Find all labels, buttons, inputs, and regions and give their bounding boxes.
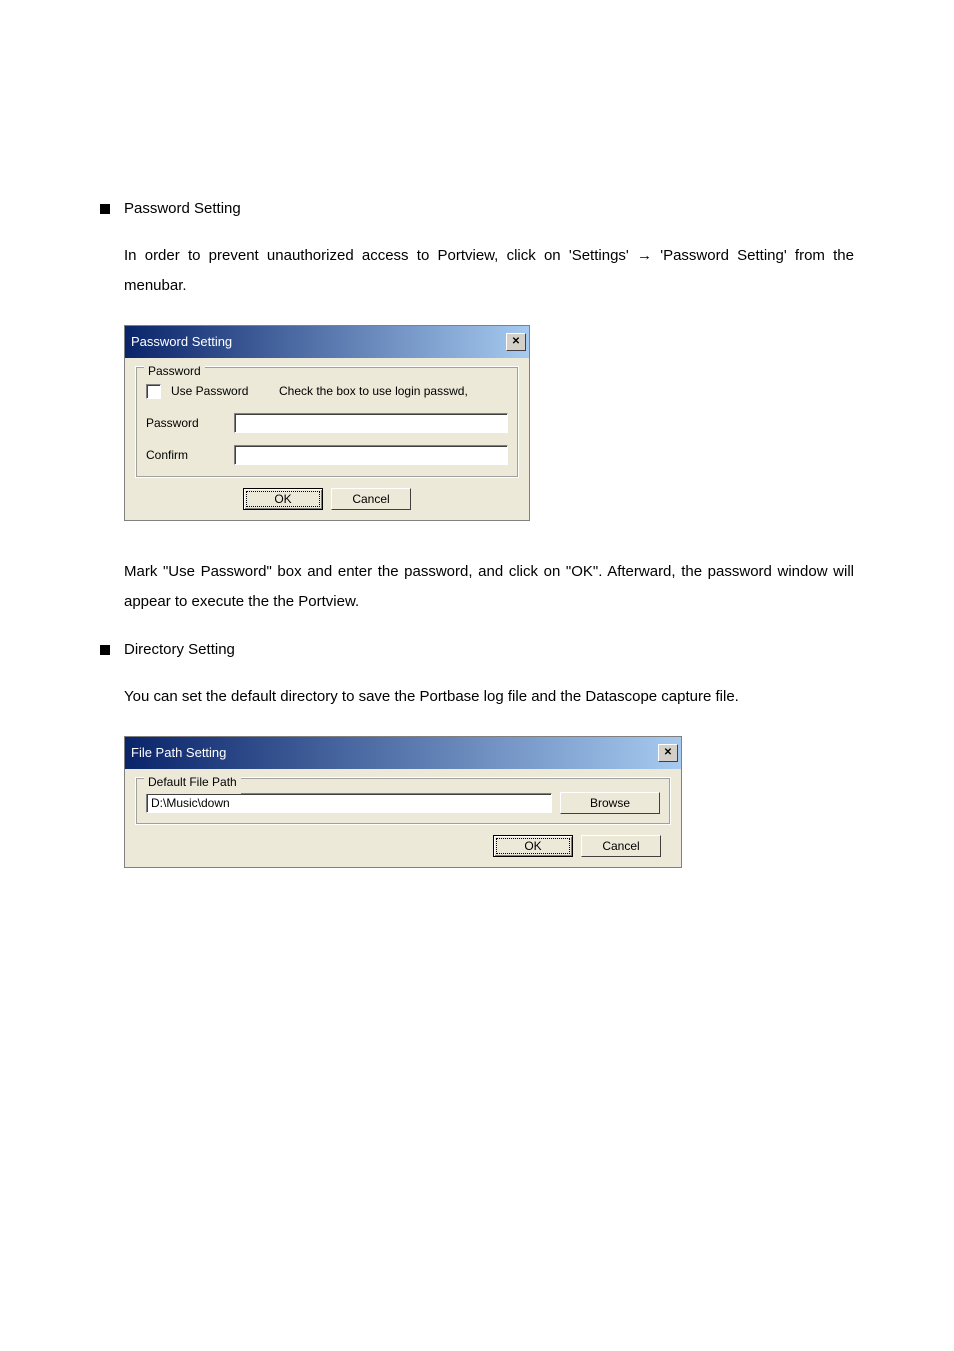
ok-button[interactable]: OK — [243, 488, 323, 510]
default-file-path-groupbox: Default File Path Browse — [135, 777, 671, 825]
password-input[interactable] — [234, 413, 508, 433]
arrow-icon: → — [637, 247, 652, 264]
cancel-button[interactable]: Cancel — [581, 835, 661, 857]
bullet-icon — [100, 204, 110, 214]
group-legend: Default File Path — [144, 770, 241, 794]
password-setting-followup: Mark "Use Password" box and enter the pa… — [100, 557, 854, 617]
password-groupbox: Password Use Password Check the box to u… — [135, 366, 519, 478]
password-setting-description: In order to prevent unauthorized access … — [100, 241, 854, 301]
text-fragment: In order to prevent unauthorized access … — [124, 247, 637, 264]
use-password-hint: Check the box to use login passwd, — [279, 384, 508, 399]
section-heading-password: Password Setting — [124, 200, 241, 217]
confirm-input[interactable] — [234, 445, 508, 465]
cancel-button[interactable]: Cancel — [331, 488, 411, 510]
browse-button[interactable]: Browse — [560, 792, 660, 814]
file-path-input[interactable] — [146, 793, 552, 813]
file-path-setting-dialog: File Path Setting ✕ Default File Path Br… — [124, 736, 682, 868]
password-setting-dialog: Password Setting ✕ Password Use Password… — [124, 325, 530, 521]
titlebar: File Path Setting ✕ — [125, 737, 681, 769]
dialog-title: File Path Setting — [131, 740, 226, 766]
bullet-icon — [100, 645, 110, 655]
group-legend: Password — [144, 359, 205, 383]
confirm-field-label: Confirm — [146, 443, 224, 467]
close-icon: ✕ — [512, 337, 520, 347]
close-button[interactable]: ✕ — [506, 333, 526, 351]
password-field-label: Password — [146, 411, 224, 435]
titlebar: Password Setting ✕ — [125, 326, 529, 358]
dialog-title: Password Setting — [131, 329, 232, 355]
close-icon: ✕ — [664, 748, 672, 758]
section-heading-directory: Directory Setting — [124, 641, 235, 658]
ok-button[interactable]: OK — [493, 835, 573, 857]
close-button[interactable]: ✕ — [658, 744, 678, 762]
directory-setting-description: You can set the default directory to sav… — [100, 682, 854, 712]
use-password-checkbox[interactable] — [146, 384, 161, 399]
